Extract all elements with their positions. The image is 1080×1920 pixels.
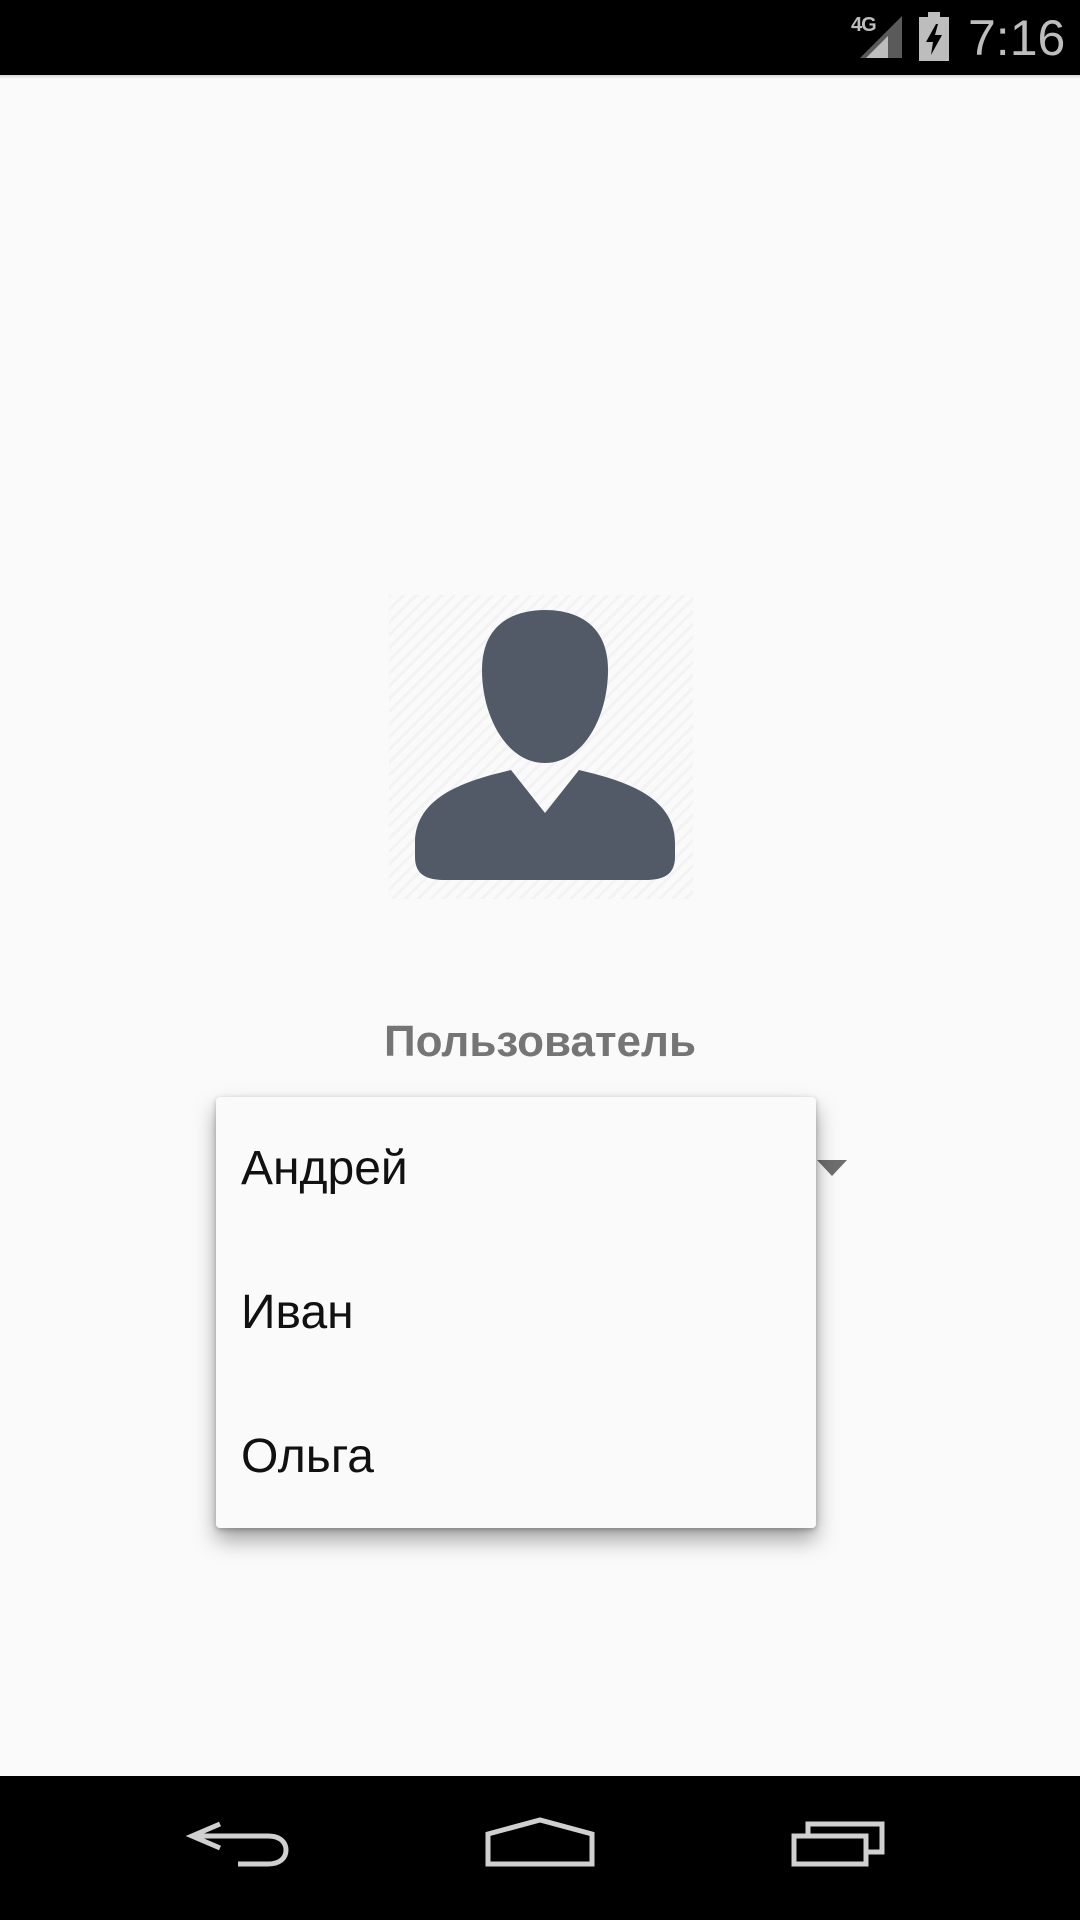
avatar[interactable]: [389, 595, 693, 899]
home-icon: [485, 1817, 595, 1867]
dropdown-item-olga[interactable]: Ольга: [216, 1385, 816, 1529]
status-time: 7:16: [968, 10, 1066, 66]
recents-icon: [791, 1821, 885, 1867]
user-label: Пользователь: [383, 1017, 697, 1066]
dropdown-item-andrey[interactable]: Андрей: [216, 1097, 816, 1241]
back-icon: [185, 1821, 289, 1867]
home-button[interactable]: [450, 1776, 630, 1920]
signal-icon: [860, 16, 902, 58]
status-bar-shadow: [0, 75, 1080, 79]
status-bar: 4G 7:16: [0, 0, 1080, 75]
navigation-bar: [0, 1776, 1080, 1920]
screen: 4G 7:16 Пользователь Андрей Иван Ольга: [0, 0, 1080, 1920]
battery-charging-icon: [919, 12, 949, 61]
dropdown-item-ivan[interactable]: Иван: [216, 1241, 816, 1385]
recents-button[interactable]: [750, 1776, 930, 1920]
back-button[interactable]: [150, 1776, 330, 1920]
user-dropdown-list: Андрей Иван Ольга: [216, 1097, 816, 1528]
spinner-dropdown-arrow-icon[interactable]: [817, 1160, 847, 1176]
user-silhouette-icon: [415, 610, 675, 880]
